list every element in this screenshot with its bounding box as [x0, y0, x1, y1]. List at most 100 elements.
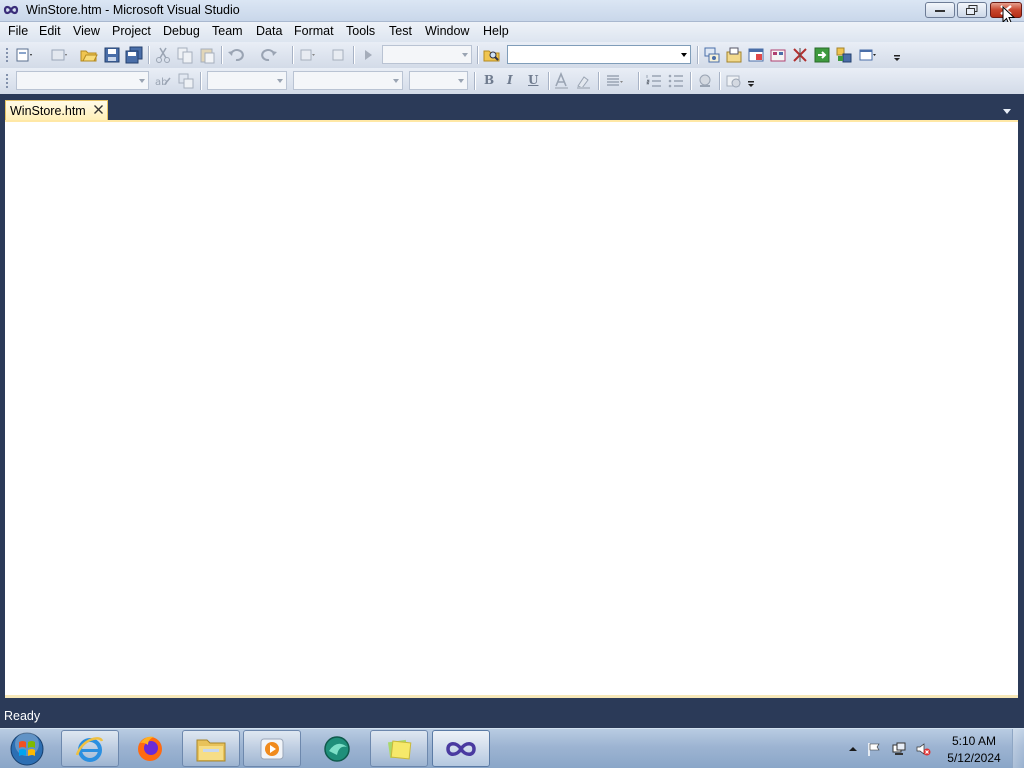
- menu-test[interactable]: Test: [389, 24, 412, 38]
- find-in-files-icon[interactable]: [483, 46, 501, 64]
- formatting-toolbar: ab B I U: [0, 68, 1024, 94]
- standard-toolbar: [0, 42, 1024, 68]
- internet-explorer-icon: [75, 736, 104, 762]
- extension-manager-icon[interactable]: [813, 46, 831, 64]
- solution-configuration-combo[interactable]: [382, 45, 472, 64]
- justify-icon[interactable]: [605, 72, 623, 90]
- paste-icon[interactable]: [198, 46, 216, 64]
- taskbar-visual-studio[interactable]: [432, 730, 490, 767]
- bulleted-list-icon[interactable]: [667, 72, 685, 90]
- taskbar-teal-app[interactable]: [308, 730, 366, 767]
- menu-format[interactable]: Format: [294, 24, 334, 38]
- toggle-design-icon[interactable]: [725, 72, 743, 90]
- toolbar-grip[interactable]: [5, 47, 9, 63]
- toolbar-separator: [200, 72, 202, 90]
- system-clock[interactable]: 5:10 AM 5/12/2024: [940, 733, 1008, 767]
- font-name-combo[interactable]: [293, 71, 403, 90]
- navigate-forward-icon[interactable]: [330, 46, 348, 64]
- action-center-flag-icon[interactable]: [866, 741, 882, 757]
- show-hidden-icons-arrow[interactable]: [845, 741, 861, 757]
- save-icon[interactable]: [103, 46, 121, 64]
- visual-studio-infinity-icon: [3, 5, 19, 15]
- toolbar-separator: [292, 46, 294, 64]
- save-all-icon[interactable]: [125, 46, 143, 64]
- menu-file[interactable]: File: [8, 24, 28, 38]
- numbered-list-icon[interactable]: [645, 72, 663, 90]
- object-browser-icon[interactable]: [747, 46, 765, 64]
- visual-studio-icon: [446, 741, 476, 756]
- media-player-icon: [260, 738, 284, 759]
- toolbar-separator: [598, 72, 600, 90]
- toolbox-icon[interactable]: [769, 46, 787, 64]
- highlight-icon[interactable]: [575, 72, 593, 90]
- open-file-icon[interactable]: [80, 46, 98, 64]
- toolbar-separator: [548, 72, 550, 90]
- document-tab[interactable]: WinStore.htm: [5, 100, 108, 121]
- taskbar-internet-explorer[interactable]: [61, 730, 119, 767]
- toolbar-separator: [477, 46, 479, 64]
- menu-tools[interactable]: Tools: [346, 24, 375, 38]
- menu-edit[interactable]: Edit: [39, 24, 61, 38]
- teal-app-icon: [324, 735, 350, 762]
- copy-icon[interactable]: [176, 46, 194, 64]
- navigate-backward-icon[interactable]: [298, 46, 316, 64]
- style-application-icon[interactable]: ab: [154, 72, 172, 90]
- taskbar-windows-explorer[interactable]: [182, 730, 240, 767]
- restore-button[interactable]: [957, 2, 987, 18]
- show-desktop-button[interactable]: [1012, 729, 1024, 768]
- taskbar-media-player[interactable]: [243, 730, 301, 767]
- toolbar-options-icon[interactable]: [742, 72, 760, 90]
- add-item-icon[interactable]: [50, 46, 68, 64]
- taskbar-sticky-notes[interactable]: [370, 730, 428, 767]
- minimize-icon: [935, 10, 945, 12]
- start-debugging-icon[interactable]: [359, 46, 377, 64]
- menu-project[interactable]: Project: [112, 24, 151, 38]
- target-rule-icon[interactable]: [177, 72, 195, 90]
- hyperlink-icon[interactable]: [696, 72, 714, 90]
- toolbar-separator: [638, 72, 640, 90]
- new-project-icon[interactable]: [15, 46, 33, 64]
- toolbar-separator: [697, 46, 699, 64]
- taskbar-firefox[interactable]: [121, 730, 179, 767]
- find-box[interactable]: [507, 45, 691, 64]
- start-page-icon[interactable]: [791, 46, 809, 64]
- menu-debug[interactable]: Debug: [163, 24, 200, 38]
- properties-icon[interactable]: [725, 46, 743, 64]
- toolbar-separator: [353, 46, 355, 64]
- sticky-notes-icon: [387, 739, 412, 759]
- toolbar-separator: [221, 46, 223, 64]
- font-color-icon[interactable]: [553, 72, 571, 90]
- undo-icon[interactable]: [227, 46, 245, 64]
- active-files-dropdown[interactable]: [1003, 109, 1011, 114]
- menu-view[interactable]: View: [73, 24, 100, 38]
- menu-help[interactable]: Help: [483, 24, 509, 38]
- volume-muted-icon[interactable]: [915, 741, 931, 757]
- clock-date: 5/12/2024: [947, 751, 1001, 765]
- menu-window[interactable]: Window: [425, 24, 469, 38]
- bold-button[interactable]: B: [484, 73, 494, 87]
- command-window-icon[interactable]: [835, 46, 853, 64]
- toolbar-separator: [474, 72, 476, 90]
- title-bar: WinStore.htm - Microsoft Visual Studio: [0, 0, 1024, 26]
- window-title: WinStore.htm - Microsoft Visual Studio: [26, 3, 240, 17]
- block-format-combo[interactable]: [207, 71, 287, 90]
- font-size-combo[interactable]: [409, 71, 468, 90]
- italic-button[interactable]: I: [507, 73, 513, 87]
- windows-start-orb-icon[interactable]: [6, 731, 48, 767]
- style-combo[interactable]: [16, 71, 149, 90]
- toolbar-grip[interactable]: [5, 73, 9, 89]
- window-layout-icon[interactable]: [858, 46, 876, 64]
- cut-icon[interactable]: [154, 46, 172, 64]
- network-icon[interactable]: [891, 741, 907, 757]
- taskbar: 5:10 AM 5/12/2024: [0, 728, 1024, 768]
- solution-explorer-icon[interactable]: [703, 46, 721, 64]
- menu-team[interactable]: Team: [212, 24, 243, 38]
- menu-bar: File Edit View Project Debug Team Data F…: [0, 22, 1024, 42]
- close-tab-icon[interactable]: [93, 104, 104, 115]
- minimize-button[interactable]: [925, 2, 955, 18]
- toolbar-options-icon[interactable]: [888, 46, 906, 64]
- redo-icon[interactable]: [260, 46, 278, 64]
- editor-pane[interactable]: [5, 120, 1018, 698]
- underline-button[interactable]: U: [528, 73, 538, 87]
- menu-data[interactable]: Data: [256, 24, 282, 38]
